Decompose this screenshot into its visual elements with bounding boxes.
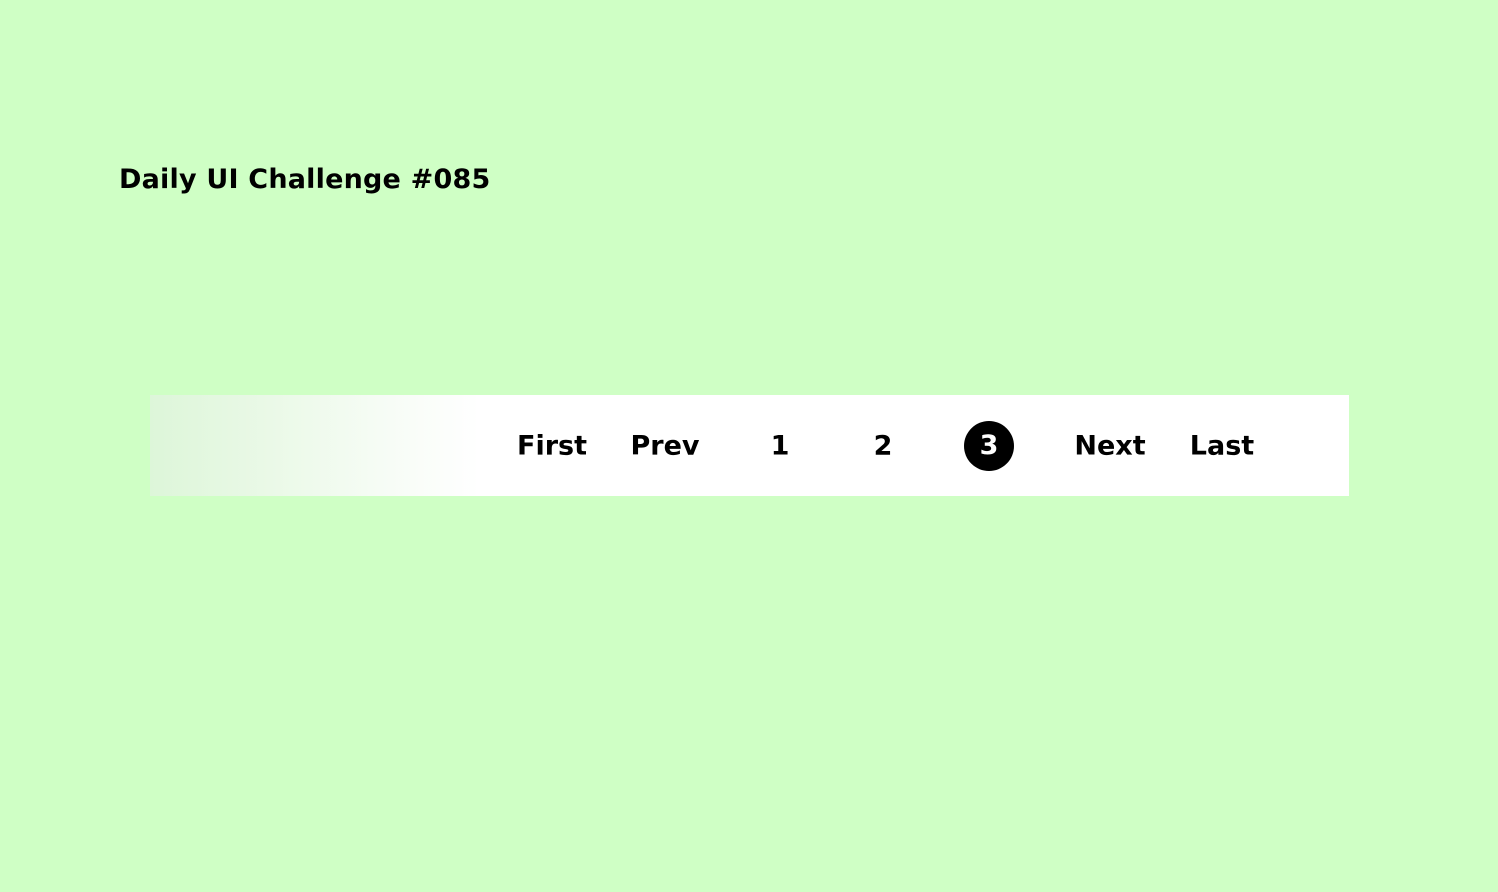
- next-page-button[interactable]: Next: [1074, 432, 1145, 459]
- page-2-button[interactable]: 2: [874, 432, 893, 459]
- pagination-bar: First Prev 1 2 3 Next Last: [150, 395, 1349, 496]
- last-page-button[interactable]: Last: [1190, 432, 1254, 459]
- page-1-button[interactable]: 1: [771, 432, 790, 459]
- page-3-button-current[interactable]: 3: [964, 420, 1014, 471]
- prev-page-button[interactable]: Prev: [630, 432, 699, 459]
- first-page-button[interactable]: First: [517, 432, 587, 459]
- page-title: Daily UI Challenge #085: [119, 164, 491, 195]
